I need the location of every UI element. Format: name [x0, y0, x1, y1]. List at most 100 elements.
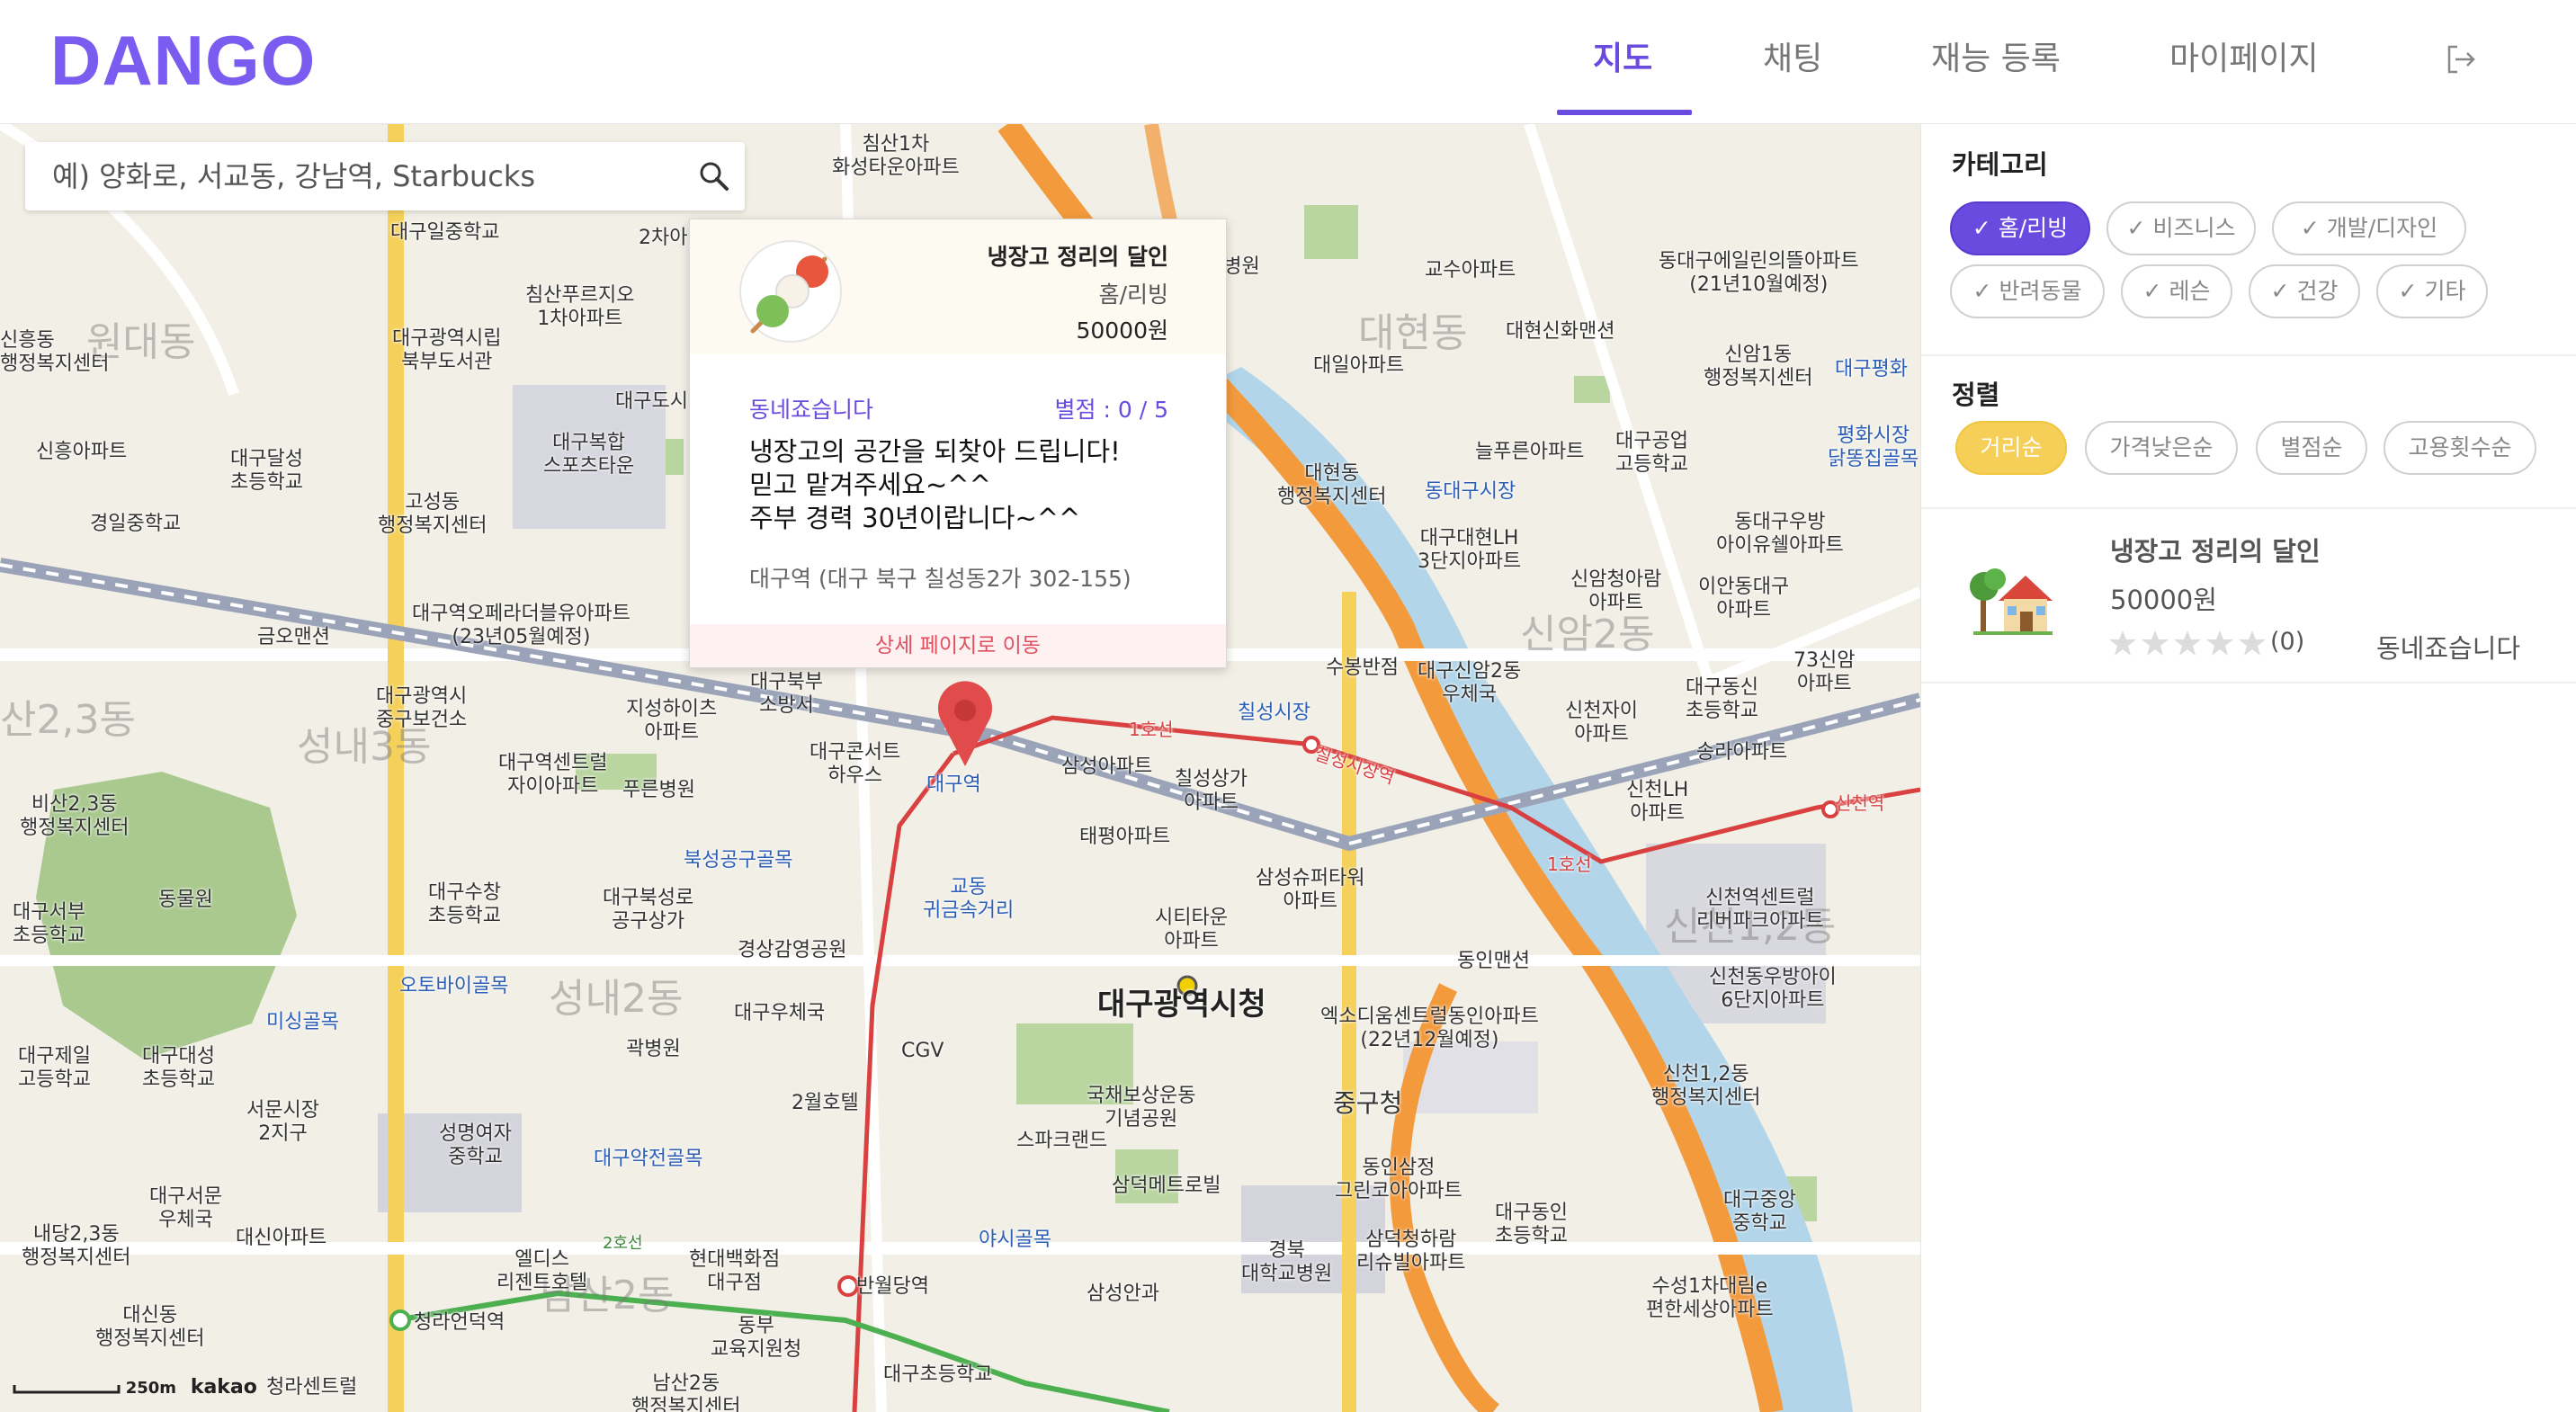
tab-register-talent[interactable]: 재능 등록	[1931, 32, 2061, 79]
map-label-place: 동부 교육지원청	[711, 1315, 802, 1361]
map-label-place: 엘디스 리젠트호텔	[496, 1248, 588, 1294]
map-label-place: 곽병원	[626, 1038, 681, 1060]
logo[interactable]: DANGO	[50, 20, 316, 102]
map-provider-logo: kakao	[190, 1376, 257, 1399]
map-label-place: 북성공구골목	[684, 849, 793, 871]
item-price: 50000원	[2110, 585, 2217, 615]
map-label-place: 늘푸른아파트	[1475, 441, 1585, 463]
category-chip-health[interactable]: ✓ 건강	[2249, 264, 2360, 318]
map-label-place: 경북 대학교병원	[1241, 1239, 1333, 1285]
popup-description-line: 냉장고의 공간을 되찾아 드립니다!	[749, 436, 1121, 467]
dango-icon	[739, 240, 842, 343]
map-label-place: 대구북부 소방서	[750, 671, 823, 717]
map-label-place: 대구우체국	[734, 1002, 826, 1024]
top-header: DANGO 지도 채팅 재능 등록 마이페이지	[0, 0, 2576, 124]
popup-title: 냉장고 정리의 달인	[987, 244, 1168, 270]
map-label-place: 대구제일 고등학교	[18, 1045, 91, 1091]
tab-map[interactable]: 지도	[1593, 32, 1652, 79]
map-label-place: 송라아파트	[1696, 741, 1788, 764]
map-label-place: 신천1,2동 행정복지센터	[1651, 1063, 1761, 1109]
tab-mypage[interactable]: 마이페이지	[2169, 32, 2319, 79]
map-label-place: 오토바이골목	[399, 975, 509, 997]
map-label-line: 1호선	[1547, 853, 1592, 875]
map-label-place: 대구콘서트 하우스	[809, 741, 901, 787]
map-label-station: 신천역	[1835, 792, 1885, 814]
map-label-place: 대현신화맨션	[1506, 320, 1615, 343]
map-label-place: 수성1차대림e 편한세상아파트	[1646, 1275, 1774, 1321]
star-rating-icon	[2109, 630, 2266, 656]
map-label-place: 대구수창 초등학교	[428, 881, 501, 927]
category-chip-business[interactable]: ✓ 비즈니스	[2106, 201, 2256, 255]
map-label-place: 교수아파트	[1425, 259, 1516, 282]
category-chip-pets[interactable]: ✓ 반려동물	[1950, 264, 2105, 318]
map-label-place: 야시골목	[979, 1229, 1051, 1251]
map-label-place: 대구광역시 중구보건소	[376, 685, 468, 731]
talent-info-popup[interactable]: 냉장고 정리의 달인 홈/리빙 50000원 동네죠습니다 별점 : 0 / 5…	[689, 219, 1227, 668]
logout-icon[interactable]	[2443, 41, 2479, 77]
map-label-place: 동물원	[158, 889, 213, 911]
map-label-place: 대구초등학교	[883, 1363, 993, 1386]
category-chip-dev-design[interactable]: ✓ 개발/디자인	[2272, 201, 2466, 255]
map-label-place: 대구도시	[615, 390, 688, 413]
map-label-place: 대구동인 초등학교	[1495, 1202, 1568, 1247]
map-label-place: 동대구우방 아이유쉘아파트	[1716, 511, 1844, 557]
map-label-place: 지성하이츠 아파트	[626, 698, 718, 744]
map-label-place: 국채보상운동 기념공원	[1087, 1085, 1196, 1130]
section-divider	[1921, 354, 2576, 356]
map-label-place: 대일아파트	[1313, 354, 1405, 377]
category-chip-other[interactable]: ✓ 기타	[2376, 264, 2488, 318]
sort-chip-distance[interactable]: 거리순	[1955, 421, 2067, 475]
search-icon[interactable]	[698, 160, 730, 192]
sort-chip-price-low[interactable]: 가격낮은순	[2085, 421, 2238, 475]
map-label-place: 대구평화	[1835, 358, 1908, 380]
map-label-place: 대구대성 초등학교	[142, 1045, 215, 1091]
map-label-place: 푸른병원	[622, 779, 695, 801]
popup-rating: 별점 : 0 / 5	[1054, 397, 1168, 423]
map-label-place: 엑소디움센트럴동인아파트 (22년12월예정)	[1320, 1005, 1539, 1051]
talent-list-item[interactable]: 냉장고 정리의 달인 50000원 (0) 동네죠습니다	[1921, 513, 2576, 684]
category-chip-lessons[interactable]: ✓ 레슨	[2121, 264, 2232, 318]
detail-page-link[interactable]: 상세 페이지로 이동	[690, 624, 1226, 667]
map-label-place: 삼성아파트	[1061, 755, 1153, 778]
map-label-place: 신천동우방아이 6단지아파트	[1709, 966, 1837, 1012]
map-label-place: 청라센트럴	[266, 1376, 358, 1399]
popup-description-line: 믿고 맡겨주세요~^^	[749, 469, 991, 500]
location-marker-icon[interactable]	[934, 680, 997, 770]
map-label-place: 중구청	[1333, 1088, 1403, 1118]
map-label-place: 대구달성 초등학교	[230, 448, 303, 494]
map-label-place: 대구광역시립 북부도서관	[392, 327, 502, 373]
map-label-place: 대신동 행정복지센터	[95, 1304, 205, 1350]
map-label-place: 신천LH 아파트	[1626, 779, 1689, 825]
map-label-place: 동인맨션	[1457, 950, 1530, 972]
map-label-place: 칠성상가 아파트	[1175, 768, 1248, 814]
map-label-place: 침산푸르지오 1차아파트	[525, 284, 635, 330]
map-view[interactable]: 원대동 대현동 신암2동 성내3동 성내2동 신천1,2동 남산2동 산2,3동…	[0, 124, 1920, 1412]
map-label-place: 서문시장 2지구	[246, 1099, 319, 1145]
map-label-place: 신암청아람 아파트	[1570, 568, 1662, 614]
map-label-line: 1호선	[1129, 719, 1174, 740]
map-label-place: 태평아파트	[1079, 826, 1171, 848]
map-label-place: 대구중앙 중학교	[1723, 1189, 1796, 1235]
search-input[interactable]	[52, 142, 682, 210]
sort-chip-rating[interactable]: 별점순	[2256, 421, 2367, 475]
sort-chip-hire-count[interactable]: 고용횟수순	[2384, 421, 2536, 475]
map-label-place: 대구신암2동 우체국	[1418, 660, 1522, 706]
popup-seller: 동네죠습니다	[749, 397, 874, 423]
map-search-box[interactable]	[25, 142, 745, 210]
map-label-place: 칠성시장	[1238, 702, 1310, 724]
sort-title: 정렬	[1952, 380, 2000, 410]
map-label-place: 신천자이 아파트	[1565, 700, 1638, 746]
map-label-place: 73신암 아파트	[1793, 649, 1856, 695]
map-label-dong: 성내3동	[297, 724, 432, 770]
map-label-line: 2호선	[603, 1234, 643, 1253]
map-label-place: 스파크랜드	[1016, 1130, 1108, 1152]
map-label-place: 고성동 행정복지센터	[378, 491, 487, 537]
map-label-place: 신흥동 행정복지센터	[0, 329, 110, 375]
map-label-place: 현대백화점 대구점	[689, 1248, 781, 1294]
category-chip-home-living[interactable]: ✓ 홈/리빙	[1950, 201, 2090, 255]
map-label-place: 대구약전골목	[594, 1148, 703, 1170]
map-label-place: 삼성안과	[1087, 1282, 1159, 1305]
tab-chat[interactable]: 채팅	[1763, 32, 1822, 79]
map-label-place: 대신아파트	[236, 1227, 327, 1249]
popup-category: 홈/리빙	[1098, 282, 1168, 308]
